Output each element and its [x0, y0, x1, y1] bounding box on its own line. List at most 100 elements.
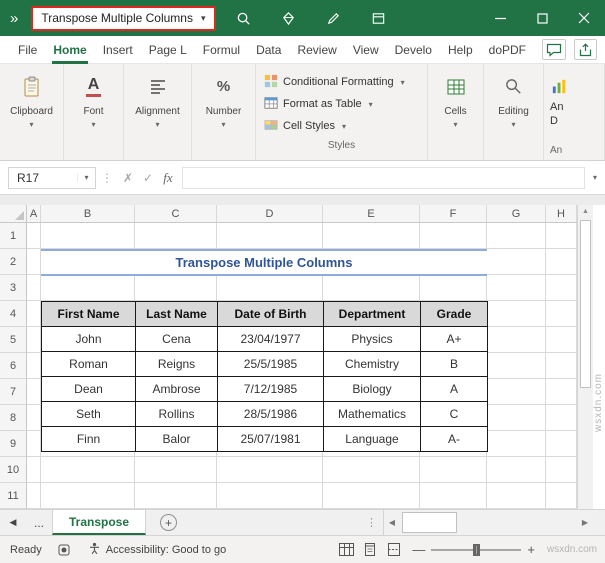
table-cell[interactable]: Biology — [323, 376, 421, 402]
vertical-scrollbar[interactable]: ▲ — [577, 205, 593, 509]
accessibility-status[interactable]: Accessibility: Good to go — [88, 542, 226, 558]
sheet-nav-left-icon[interactable]: ◀ — [0, 510, 26, 535]
grid-cell[interactable] — [27, 405, 41, 431]
table-cell[interactable]: 28/5/1986 — [217, 401, 324, 427]
grid-cell[interactable] — [487, 431, 546, 457]
grid-cell[interactable] — [546, 405, 577, 431]
row-header-3[interactable]: 3 — [0, 275, 26, 301]
grid-cell[interactable] — [487, 249, 546, 275]
column-header-b[interactable]: B — [41, 205, 135, 222]
tab-data[interactable]: Data — [248, 37, 289, 63]
table-header-grade[interactable]: Grade — [420, 301, 488, 327]
diamond-icon[interactable] — [281, 11, 296, 26]
grid-cell[interactable] — [546, 327, 577, 353]
table-cell[interactable]: A- — [420, 426, 488, 452]
grid-cell[interactable] — [217, 275, 323, 301]
grid-cell[interactable] — [487, 327, 546, 353]
row-header-7[interactable]: 7 — [0, 379, 26, 405]
table-cell[interactable]: Cena — [135, 326, 218, 352]
tab-file[interactable]: File — [10, 37, 45, 63]
formula-input[interactable] — [182, 166, 585, 189]
grid-cell[interactable] — [135, 483, 217, 509]
ribbon-group-font[interactable]: A Font ▾ — [64, 64, 124, 160]
grid-cell[interactable] — [546, 457, 577, 483]
grid-cell[interactable] — [135, 275, 217, 301]
grid-cell[interactable] — [487, 275, 546, 301]
grid-cell[interactable] — [41, 275, 135, 301]
normal-view-button[interactable] — [334, 539, 358, 561]
tab-review[interactable]: Review — [289, 37, 344, 63]
table-cell[interactable]: 7/12/1985 — [217, 376, 324, 402]
new-sheet-button[interactable]: + — [160, 514, 178, 531]
sheet-tabs-ellipsis[interactable]: ... — [26, 510, 52, 535]
conditional-formatting-button[interactable]: Conditional Formatting ▾ — [264, 71, 419, 93]
table-header-last-name[interactable]: Last Name — [135, 301, 218, 327]
ribbon-group-clipboard[interactable]: Clipboard ▾ — [0, 64, 64, 160]
row-header-11[interactable]: 11 — [0, 483, 26, 509]
column-header-e[interactable]: E — [323, 205, 420, 222]
row-header-5[interactable]: 5 — [0, 327, 26, 353]
table-cell[interactable]: Chemistry — [323, 351, 421, 377]
grid-cell[interactable] — [27, 249, 41, 275]
search-icon[interactable] — [236, 11, 251, 26]
name-box[interactable]: R17 ▾ — [8, 166, 96, 189]
grid-cell[interactable] — [487, 223, 546, 249]
row-header-9[interactable]: 9 — [0, 431, 26, 457]
close-button[interactable] — [563, 0, 605, 36]
tab-insert[interactable]: Insert — [95, 37, 141, 63]
tab-area-splitter[interactable]: ⋮ — [360, 510, 383, 535]
insert-function-icon[interactable]: fx — [158, 170, 178, 186]
grid-cell[interactable] — [420, 223, 487, 249]
table-cell[interactable]: A+ — [420, 326, 488, 352]
cell-styles-button[interactable]: Cell Styles ▾ — [264, 115, 419, 137]
table-cell[interactable]: B — [420, 351, 488, 377]
grid-cell[interactable] — [323, 223, 420, 249]
table-cell[interactable]: Finn — [41, 426, 136, 452]
grid-cell[interactable] — [217, 223, 323, 249]
tab-develo[interactable]: Develo — [387, 37, 440, 63]
table-cell[interactable]: John — [41, 326, 136, 352]
grid-cell[interactable] — [546, 353, 577, 379]
grid-cell[interactable] — [27, 353, 41, 379]
column-header-g[interactable]: G — [487, 205, 546, 222]
row-header-1[interactable]: 1 — [0, 223, 26, 249]
horizontal-scrollbar-track[interactable] — [400, 510, 577, 535]
tab-dopdf[interactable]: doPDF — [481, 37, 534, 63]
grid-cell[interactable] — [217, 483, 323, 509]
grid-cell[interactable] — [546, 249, 577, 275]
grid-cell[interactable] — [27, 301, 41, 327]
grid-cell[interactable] — [420, 457, 487, 483]
grid-cell[interactable] — [41, 483, 135, 509]
scroll-up-icon[interactable]: ▲ — [578, 208, 593, 215]
grid-cell[interactable] — [135, 223, 217, 249]
cancel-icon[interactable]: ✗ — [118, 171, 138, 185]
column-header-a[interactable]: A — [27, 205, 41, 222]
grid-cell[interactable] — [487, 457, 546, 483]
grid-cell[interactable] — [487, 379, 546, 405]
table-cell[interactable]: 25/5/1985 — [217, 351, 324, 377]
ribbon-group-analyze-data[interactable]: An D An — [544, 64, 605, 160]
tab-view[interactable]: View — [345, 37, 387, 63]
grid-cell[interactable] — [546, 223, 577, 249]
table-cell[interactable]: A — [420, 376, 488, 402]
tab-home[interactable]: Home — [45, 37, 94, 64]
grid-cell[interactable] — [546, 301, 577, 327]
grid-cell[interactable] — [27, 457, 41, 483]
row-header-8[interactable]: 8 — [0, 405, 26, 431]
worksheet-title-cell[interactable]: Transpose Multiple Columns — [41, 249, 487, 276]
scroll-right-icon[interactable]: ▶ — [577, 510, 593, 535]
share-button[interactable] — [573, 39, 597, 60]
window-icon[interactable] — [371, 11, 386, 26]
grid-cell[interactable] — [323, 483, 420, 509]
minimize-button[interactable] — [479, 0, 521, 36]
pen-icon[interactable] — [326, 11, 341, 26]
grid-cell[interactable] — [41, 223, 135, 249]
page-break-view-button[interactable] — [382, 539, 406, 561]
grid-cell[interactable] — [27, 327, 41, 353]
table-cell[interactable]: 25/07/1981 — [217, 426, 324, 452]
row-header-10[interactable]: 10 — [0, 457, 26, 483]
table-cell[interactable]: Mathematics — [323, 401, 421, 427]
grid-cell[interactable] — [487, 483, 546, 509]
column-header-f[interactable]: F — [420, 205, 487, 222]
column-header-d[interactable]: D — [217, 205, 323, 222]
